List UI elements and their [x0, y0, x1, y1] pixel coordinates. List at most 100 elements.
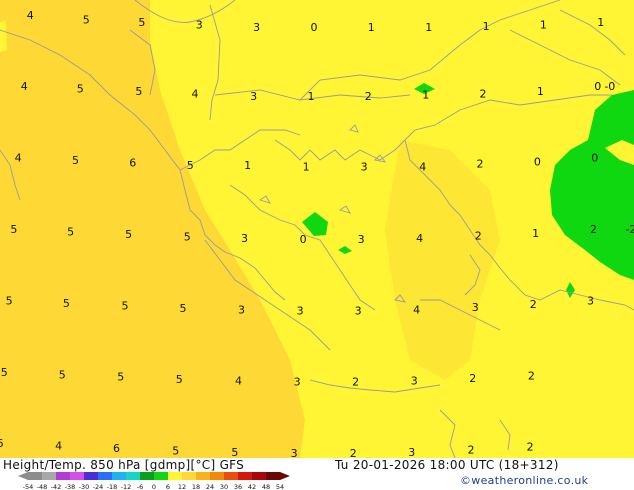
weather-map: 4 5 5 3 3 0 1 1 1 1 1 4 5 5 4 3 1 2 1 2 1 0 4 5 6 5 1 1 3 4 2 0 0 5 5 5 5 3 0 3… [0, 0, 634, 458]
temperature-label: 1 [540, 19, 547, 32]
temperature-label: 2 [468, 444, 475, 457]
temperature-label: 2 [590, 223, 597, 236]
temperature-label: 5 [117, 371, 124, 384]
temperature-label: 0 [591, 152, 598, 165]
temperature-label: 5 [83, 14, 90, 27]
scale-swatch [238, 472, 253, 480]
scale-tick-label: 12 [178, 483, 186, 490]
temperature-label: 3 [472, 301, 479, 314]
scale-tick-label: 48 [262, 483, 270, 490]
scale-swatch [224, 472, 239, 480]
temperature-label: 1 [368, 21, 375, 34]
scale-tick-label: 30 [220, 483, 228, 490]
temperature-label: 4 [55, 440, 62, 453]
temperature-label: 5 [180, 302, 187, 315]
temperature-label: 1 [422, 89, 429, 102]
temperature-label: 2 [469, 372, 476, 385]
temperature-label: 3 [355, 304, 362, 317]
temperature-label-partial: -2 [625, 223, 634, 236]
temperature-label: 2 [530, 298, 537, 311]
scale-swatch [182, 472, 197, 480]
temperature-label: 4 [413, 303, 420, 316]
temperature-label: 3 [196, 19, 203, 32]
temperature-label: 5 [135, 85, 142, 98]
temperature-label-partial: -0 [604, 80, 615, 93]
scale-swatch [56, 472, 71, 480]
temperature-label: 5 [125, 228, 132, 241]
temperature-label: 5 [1, 366, 8, 379]
temperature-label: 5 [184, 230, 191, 243]
scale-swatch [28, 472, 43, 480]
scale-arrow-right [280, 472, 290, 480]
temperature-label: 2 [477, 158, 484, 171]
temperature-label: 3 [297, 304, 304, 317]
scale-swatch [252, 472, 267, 480]
temperature-label: 5 [72, 154, 79, 167]
credit-link[interactable]: ©weatheronline.co.uk [460, 474, 588, 487]
temperature-label: 3 [361, 161, 368, 174]
scale-tick-label: -42 [51, 483, 62, 490]
temperature-label: 5 [231, 446, 238, 458]
temperature-label: 2 [350, 447, 357, 458]
scale-swatch [84, 472, 99, 480]
temperature-label: 3 [411, 375, 418, 388]
temperature-label: 5 [77, 83, 84, 96]
temperature-label: 4 [416, 232, 423, 245]
temperature-label: 6 [113, 442, 120, 455]
scale-swatch [126, 472, 141, 480]
temperature-label: 0 [311, 21, 318, 34]
temperature-label: 5 [10, 223, 17, 236]
scale-tick-label: 36 [234, 483, 242, 490]
temperature-label: 4 [235, 375, 242, 388]
scale-tick-label: -54 [23, 483, 34, 490]
temperature-label: 1 [597, 16, 604, 29]
scale-swatch [154, 472, 169, 480]
temperature-label: 2 [365, 90, 372, 103]
scale-swatch [140, 472, 155, 480]
temperature-label: 0 [534, 156, 541, 169]
forecast-datetime: Tu 20-01-2026 18:00 UTC (18+312) [335, 458, 559, 472]
temperature-label: 5 [187, 159, 194, 172]
temperature-label: 6 [129, 157, 136, 170]
temperature-label: 3 [587, 294, 594, 307]
temperature-label: 2 [528, 369, 535, 382]
temperature-label: 1 [483, 20, 490, 33]
temperature-label: 5 [6, 294, 13, 307]
scale-tick-label: 18 [192, 483, 200, 490]
temperature-label: 1 [244, 159, 251, 172]
scale-swatch [98, 472, 113, 480]
color-scale: -54 -48 -42 -38 -30 -24 -18 -12 -6 0 6 12 18 24 30 36 42… [18, 472, 290, 490]
temperature-label: 5 [67, 226, 74, 239]
scale-tick-label: -48 [37, 483, 48, 490]
temperature-label: 5 [122, 299, 129, 312]
scale-tick-label: 24 [206, 483, 214, 490]
temperature-label: 5 [59, 368, 66, 381]
scale-swatch [196, 472, 211, 480]
temperature-label: 3 [253, 21, 260, 34]
scale-swatch [70, 472, 85, 480]
scale-tick-label: -6 [137, 483, 143, 490]
temperature-label: 3 [408, 446, 415, 458]
scale-arrow-left [18, 472, 28, 480]
temperature-label: 3 [250, 90, 257, 103]
temperature-label: 5 [172, 445, 179, 458]
scale-tick-label: 6 [166, 483, 170, 490]
scale-swatch [266, 472, 281, 480]
temperature-label: 0 [300, 233, 307, 246]
temperature-label: 2 [527, 441, 534, 454]
scale-tick-label: 0 [152, 483, 156, 490]
temperature-label: 4 [192, 88, 199, 101]
temperature-label: 2 [475, 229, 482, 242]
scale-tick-label: -12 [121, 483, 132, 490]
temperature-label: 5 [63, 297, 70, 310]
temperature-label: 3 [241, 232, 248, 245]
scale-tick-label: 42 [248, 483, 256, 490]
scale-swatch [210, 472, 225, 480]
temperature-label: 1 [308, 90, 315, 103]
temperature-label: 5 [176, 373, 183, 386]
temperature-label: 5 [138, 16, 145, 29]
temperature-label: 3 [238, 303, 245, 316]
temperature-label: 1 [303, 161, 310, 174]
temperature-label: 1 [425, 21, 432, 34]
temperature-label: 4 [419, 161, 426, 174]
